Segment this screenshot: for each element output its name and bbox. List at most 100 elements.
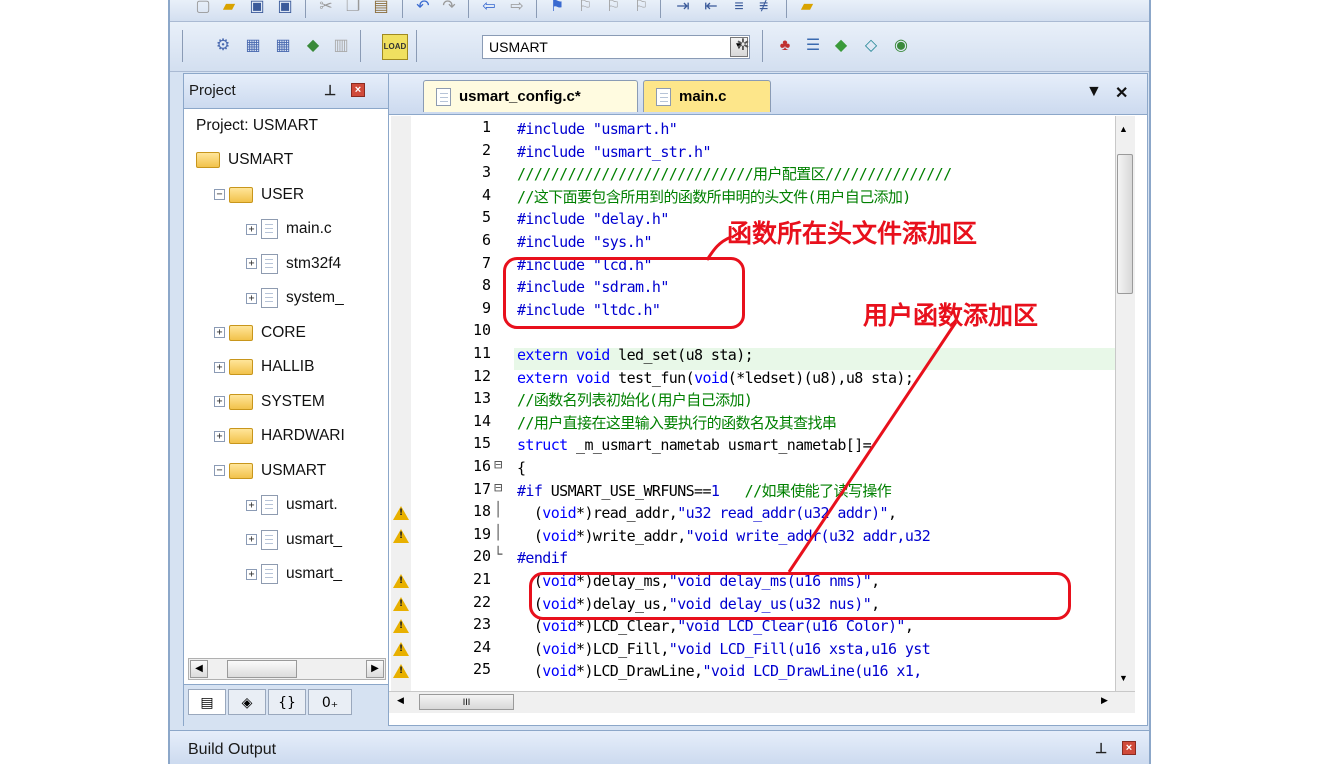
tree-item-label: stm32f4 [286,254,342,272]
expand-icon[interactable]: + [214,430,225,442]
arrow-to-functions [787,321,958,573]
save-all-icon[interactable]: ▣ [274,0,296,18]
manage-components-icon[interactable]: ♣ [774,35,796,57]
rebuild-icon[interactable]: ▦ [272,35,294,57]
save-icon[interactable]: ▣ [246,0,268,18]
uncomment-icon[interactable]: ≢ [756,0,778,18]
tree-item-label: usmart_ [286,565,342,582]
clear-bookmarks-icon[interactable]: ⚐ [630,0,652,18]
tree-item[interactable]: − USER [214,181,304,209]
build-output-panel: Build Output ⊥ × [170,730,1149,764]
select-packs-icon[interactable]: ◇ [860,35,882,57]
tree-item-label: main.c [286,220,332,237]
tab-project[interactable]: ▤ [188,689,226,715]
folder-icon [229,359,253,375]
tree-item[interactable]: + usmart_ [246,526,342,554]
code-editor: usmart_config.c* main.c ▼ ✕ 1 #include "u… [388,73,1148,726]
folder-icon [229,324,253,341]
folder-icon [229,462,253,479]
expand-icon[interactable]: + [214,361,225,373]
file-icon [261,253,278,274]
manage-packs-icon[interactable]: ◆ [830,35,852,57]
comment-icon[interactable]: ≡ [728,0,750,18]
paste-icon[interactable]: ▤ [370,0,392,18]
translate-icon[interactable]: ⚙ [212,35,234,57]
indent-icon[interactable]: ⇥ [672,0,694,18]
scroll-right-icon[interactable]: ▶ [366,660,384,678]
run-time-env-icon[interactable]: ◉ [890,35,912,57]
annotation-function-area: 用户函数添加区 [863,301,1039,330]
tree-item-label: HALLIB [261,358,315,375]
undo-icon[interactable]: ↶ [412,0,434,18]
expand-icon[interactable]: + [246,534,257,545]
tree-item[interactable]: + usmart_ [246,560,342,588]
tree-item[interactable]: + HARDWARI [214,422,345,450]
expand-icon[interactable]: + [214,396,225,407]
tree-item[interactable]: + system_ [246,284,344,312]
file-extensions-icon[interactable]: ☰ [802,35,824,57]
tab-books[interactable]: ◈ [228,689,266,715]
open-folder-icon[interactable]: ▰ [218,0,240,18]
collapse-icon[interactable]: − [214,189,225,200]
close-icon[interactable]: × [1122,741,1136,755]
expand-icon[interactable]: + [246,258,257,269]
expand-icon[interactable]: + [246,499,257,511]
scroll-thumb[interactable] [227,660,297,678]
tree-item[interactable]: USMART [196,146,293,174]
tree-item[interactable]: + SYSTEM [214,388,325,416]
tree-item-label: system_ [286,289,344,306]
folder-icon [229,186,253,203]
tree-item[interactable]: + CORE [214,319,306,347]
unindent-icon[interactable]: ⇤ [700,0,722,18]
build-output-title: Build Output [188,741,277,758]
tree-item[interactable]: − USMART [214,457,326,485]
target-select-value: USMART [489,39,548,55]
expand-icon[interactable]: + [246,292,257,304]
target-select[interactable]: USMART ▼ [482,35,750,59]
new-file-icon[interactable]: ▢ [192,0,214,18]
expand-icon[interactable]: + [214,327,225,338]
scroll-left-icon[interactable]: ◀ [190,660,208,678]
tab-templates[interactable]: 0₊ [308,689,352,715]
next-bookmark-icon[interactable]: ⚐ [602,0,624,18]
build-icon[interactable]: ▦ [242,35,264,57]
tree-item-label: HARDWARI [261,427,345,444]
project-panel: Project ⊥ × Project: USMART USMART − USER +… [183,73,393,727]
tree-item-label: usmart. [286,496,338,513]
copy-icon[interactable]: ❐ [342,0,364,18]
collapse-icon[interactable]: − [214,465,225,476]
tree-item[interactable]: + usmart. [246,491,338,519]
folder-icon [229,393,253,410]
tree-item-label: SYSTEM [261,392,325,410]
folder-icon [196,152,220,168]
cut-icon[interactable]: ✂ [315,0,337,18]
nav-back-icon[interactable]: ⇦ [478,0,500,18]
tab-functions[interactable]: {} [268,689,306,715]
download-icon[interactable]: LOAD [382,34,408,60]
pin-icon[interactable]: ⊥ [1095,740,1107,757]
expand-icon[interactable]: + [246,568,257,580]
file-icon [261,219,278,239]
redo-icon[interactable]: ↷ [438,0,460,18]
close-icon[interactable]: × [351,83,365,97]
file-icon [261,495,278,515]
find-in-files-icon[interactable]: ▰ [796,0,818,18]
stop-build-icon[interactable]: ▥ [330,35,352,57]
batch-build-icon[interactable]: ◆ [302,35,324,57]
file-icon [261,529,278,550]
project-hscroll[interactable]: ◀ ▶ [188,658,386,680]
nav-forward-icon[interactable]: ⇨ [506,0,528,18]
pin-icon[interactable]: ⊥ [324,82,336,99]
tree-item-label: USMART [261,461,327,479]
folder-icon [229,428,253,444]
tree-item[interactable]: + HALLIB [214,353,314,381]
bookmark-icon[interactable]: ⚑ [546,0,568,18]
file-icon [261,288,278,308]
target-options-icon[interactable]: ✲ [732,35,754,57]
tree-item-label: CORE [261,323,306,341]
tree-item[interactable]: + stm32f4 [246,250,341,278]
prev-bookmark-icon[interactable]: ⚐ [574,0,596,18]
expand-icon[interactable]: + [246,223,257,235]
toolbar-build: ⚙ ▦ ▦ ◆ ▥ LOAD USMART ▼ ✲ ♣ ☰ ◆ ◇ ◉ [170,22,1149,72]
tree-item[interactable]: + main.c [246,215,332,243]
